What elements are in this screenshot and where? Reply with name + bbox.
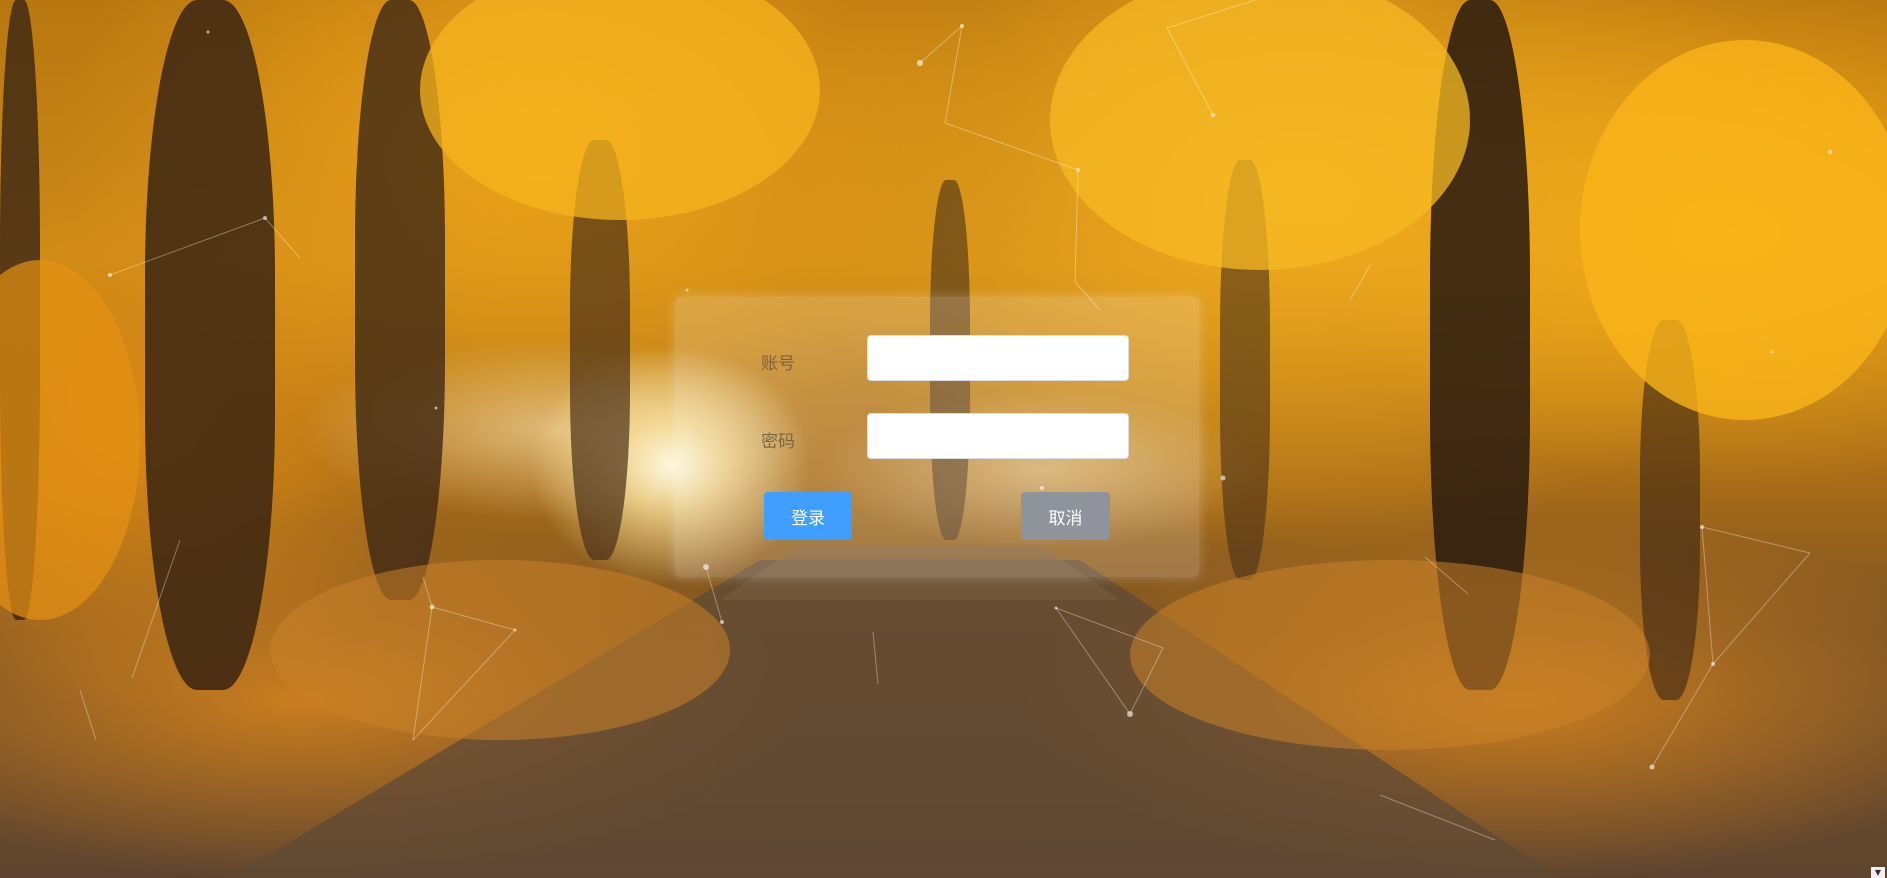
password-label: 密码 [761, 432, 795, 452]
username-input[interactable] [867, 335, 1129, 381]
cancel-button[interactable]: 取消 [1021, 492, 1110, 540]
username-label: 账号 [761, 354, 795, 374]
login-button[interactable]: 登录 [764, 492, 852, 540]
login-panel: 账号 密码 登录 取消 [675, 297, 1199, 577]
password-input[interactable] [867, 413, 1129, 459]
scroll-down-arrow-icon[interactable]: ▼ [1871, 867, 1885, 878]
